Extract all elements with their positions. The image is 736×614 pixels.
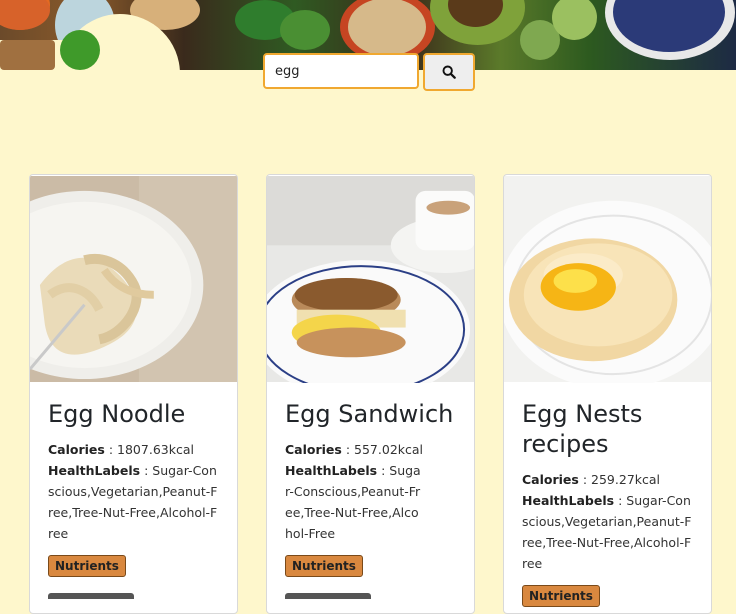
separator: : [578,472,592,487]
search-icon [442,65,456,79]
nutrients-button[interactable]: Nutrients [285,555,363,577]
calories-value: 557.02kcal [354,442,424,457]
calories-line: Calories : 557.02kcal [285,439,456,460]
search-bar [263,53,475,91]
separator: : [377,463,390,478]
health-labels-label: HealthLabels [285,463,378,478]
health-labels-label: HealthLabels [522,493,615,508]
nutrients-button[interactable]: Nutrients [48,555,126,577]
separator: : [614,493,627,508]
recipe-title: Egg Sandwich [285,400,454,428]
separator: : [104,442,118,457]
recipe-title: Egg Noodle [48,400,186,428]
search-button[interactable] [423,53,475,91]
calories-line: Calories : 259.27kcal [522,469,693,490]
calories-value: 1807.63kcal [117,442,194,457]
health-labels-line: HealthLabels : Sugar-Conscious,Peanut-Fr… [285,460,456,544]
calories-label: Calories [48,442,105,457]
collapsed-panel-edge [285,593,371,599]
calories-value: 259.27kcal [591,472,661,487]
recipe-card: Egg Nests recipes Calories : 259.27kcal … [503,174,712,614]
calories-label: Calories [285,442,342,457]
health-labels-label: HealthLabels [48,463,141,478]
separator: : [341,442,355,457]
recipe-card: Egg Noodle Calories : 1807.63kcal Health… [29,174,238,614]
calories-line: Calories : 1807.63kcal [48,439,219,460]
nutrients-button[interactable]: Nutrients [522,585,600,607]
collapsed-panel-edge [48,593,134,599]
calories-label: Calories [522,472,579,487]
recipe-card: Egg Sandwich Calories : 557.02kcal Healt… [266,174,475,614]
health-labels-line: HealthLabels : Sugar-Conscious,Vegetaria… [48,460,219,544]
recipe-image [267,175,474,383]
recipe-image [504,175,711,383]
health-labels-line: HealthLabels : Sugar-Conscious,Vegetaria… [522,490,693,574]
separator: : [140,463,153,478]
search-input[interactable] [263,53,419,89]
recipe-title: Egg Nests recipes [522,400,643,458]
recipe-image [30,175,237,383]
